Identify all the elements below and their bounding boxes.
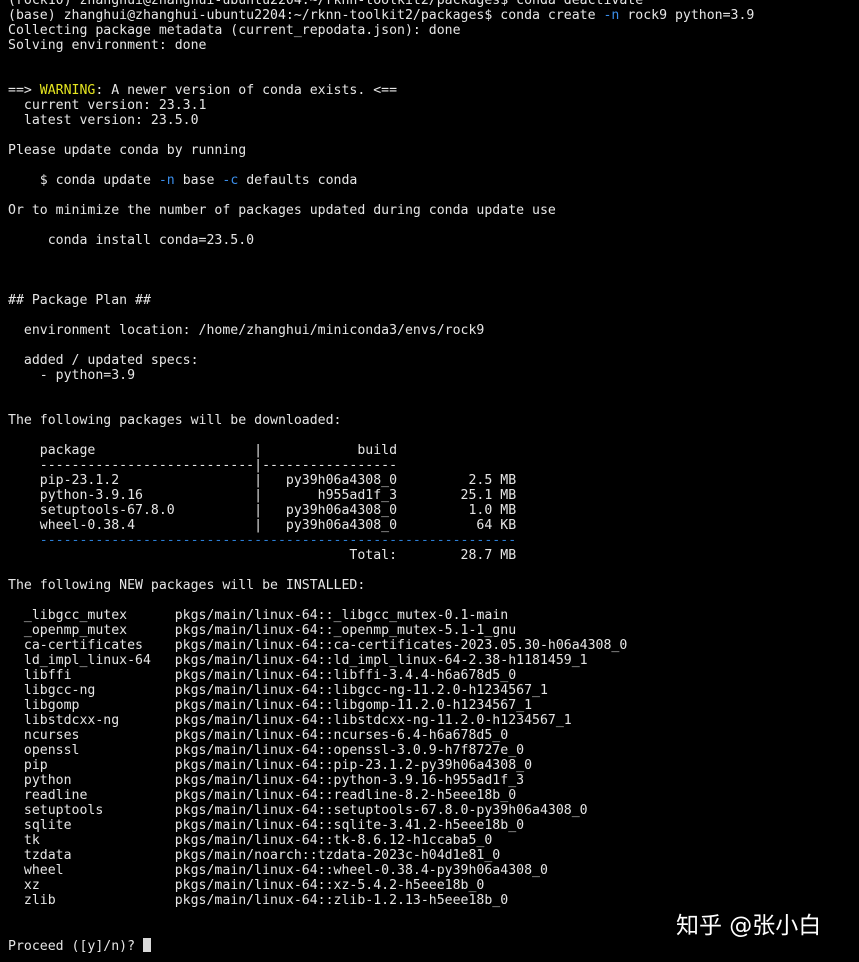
update-flag-n: -n [158,173,175,188]
command-args: rock9 python=3.9 [619,8,755,23]
terminal-line-previous-command: (rock10) zhanghui@zhanghui-ubuntu2204:~/… [8,0,644,8]
installed-row: setuptools pkgs/main/linux-64::setuptool… [8,803,588,818]
terminal-line-installed-header: The following NEW packages will be INSTA… [8,578,366,593]
terminal-line-latest-version: latest version: 23.5.0 [8,113,199,128]
installed-row: tk pkgs/main/linux-64::tk-8.6.12-h1ccaba… [8,833,493,848]
installed-row: libgcc-ng pkgs/main/linux-64::libgcc-ng-… [8,683,548,698]
text-cursor[interactable] [142,938,151,952]
terminal-window[interactable]: (rock10) zhanghui@zhanghui-ubuntu2204:~/… [0,0,859,962]
terminal-line-package-plan: ## Package Plan ## [8,293,151,308]
command-text: conda create [500,8,604,23]
download-table-row: setuptools-67.8.0 | py39h06a4308_0 1.0 M… [8,503,517,518]
installed-row: tzdata pkgs/main/noarch::tzdata-2023c-h0… [8,848,501,863]
installed-row: ca-certificates pkgs/main/linux-64::ca-c… [8,638,628,653]
installed-row: python pkgs/main/linux-64::python-3.9.16… [8,773,525,788]
command-flag: -n [603,8,620,23]
installed-row: _openmp_mutex pkgs/main/linux-64::_openm… [8,623,517,638]
installed-row: _libgcc_mutex pkgs/main/linux-64::_libgc… [8,608,509,623]
terminal-line-solving: Solving environment: done [8,38,207,53]
proceed-prompt: Proceed ([y]/n)? [8,939,143,954]
terminal-line-install-command: conda install conda=23.5.0 [8,233,255,248]
installed-row: libstdcxx-ng pkgs/main/linux-64::libstdc… [8,713,572,728]
download-table-row: wheel-0.38.4 | py39h06a4308_0 64 KB [8,518,517,533]
warning-text: : A newer version of conda exists. <== [95,83,398,98]
installed-row: libgomp pkgs/main/linux-64::libgomp-11.2… [8,698,533,713]
installed-row: zlib pkgs/main/linux-64::zlib-1.2.13-h5e… [8,893,509,908]
terminal-line-current-version: current version: 23.3.1 [8,98,207,113]
update-flag-c: -c [222,173,239,188]
terminal-line-please-update: Please update conda by running [8,143,247,158]
download-table-row: pip-23.1.2 | py39h06a4308_0 2.5 MB [8,473,517,488]
download-total: Total: 28.7 MB [8,548,517,563]
download-table-rule: ---------------------------|------------… [8,458,398,473]
installed-row: ncurses pkgs/main/linux-64::ncurses-6.4-… [8,728,509,743]
terminal-line-minimize: Or to minimize the number of packages up… [8,203,556,218]
update-command-text: $ conda update [8,173,159,188]
warning-label: WARNING [39,83,96,98]
installed-row: wheel pkgs/main/linux-64::wheel-0.38.4-p… [8,863,548,878]
installed-row: xz pkgs/main/linux-64::xz-5.4.2-h5eee18b… [8,878,485,893]
terminal-line-command: (base) zhanghui@zhanghui-ubuntu2204:~/rk… [8,8,754,23]
shell-prompt: (base) zhanghui@zhanghui-ubuntu2204:~/rk… [8,8,501,23]
terminal-line-spec-python: - python=3.9 [8,368,136,383]
watermark: 知乎 @张小白 [676,913,822,939]
update-command-mid: base [174,173,223,188]
installed-row: ld_impl_linux-64 pkgs/main/linux-64::ld_… [8,653,588,668]
installed-row: openssl pkgs/main/linux-64::openssl-3.0.… [8,743,525,758]
update-command-post: defaults conda [238,173,358,188]
terminal-line-added-specs: added / updated specs: [8,353,199,368]
installed-row: readline pkgs/main/linux-64::readline-8.… [8,788,517,803]
download-table-row: python-3.9.16 | h955ad1f_3 25.1 MB [8,488,517,503]
installed-row: libffi pkgs/main/linux-64::libffi-3.4.4-… [8,668,517,683]
installed-row: sqlite pkgs/main/linux-64::sqlite-3.41.2… [8,818,525,833]
warning-arrow: ==> [8,83,40,98]
terminal-line-proceed[interactable]: Proceed ([y]/n)? [8,938,151,954]
installed-row: pip pkgs/main/linux-64::pip-23.1.2-py39h… [8,758,533,773]
terminal-line-collecting: Collecting package metadata (current_rep… [8,23,461,38]
terminal-line-env-location: environment location: /home/zhanghui/min… [8,323,485,338]
terminal-line-downloaded-header: The following packages will be downloade… [8,413,342,428]
terminal-line-warning: ==> WARNING: A newer version of conda ex… [8,83,397,98]
download-total-rule: ----------------------------------------… [8,533,517,548]
terminal-line-update-command: $ conda update -n base -c defaults conda [8,173,358,188]
download-table-header: package | build [8,443,398,458]
